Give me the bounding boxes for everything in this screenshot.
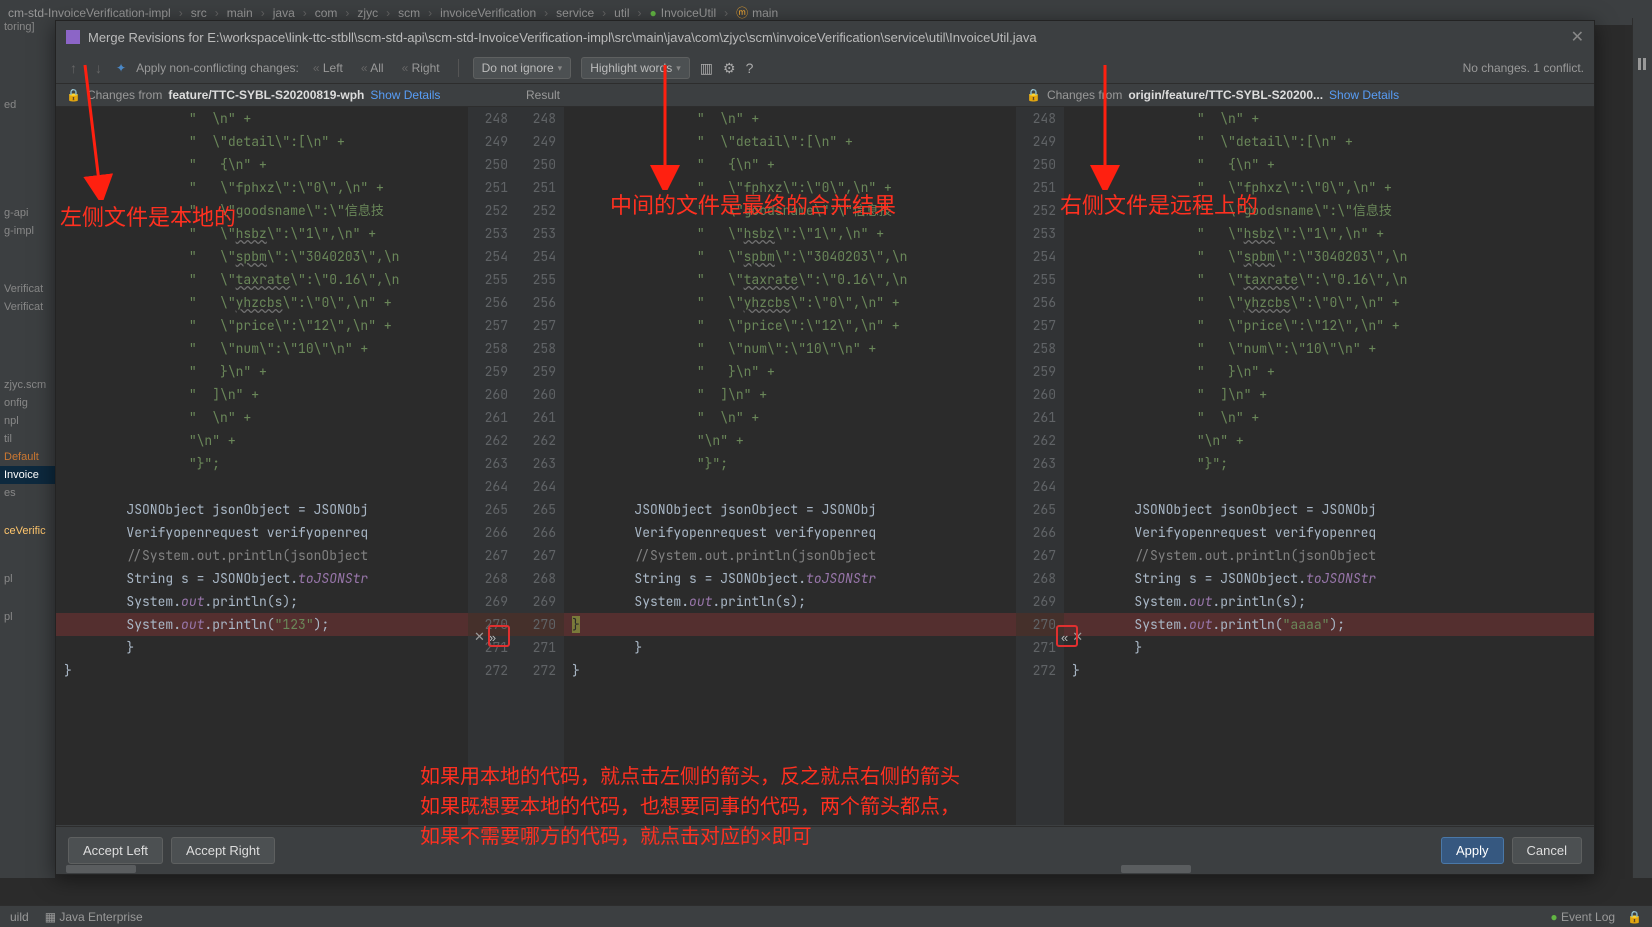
event-log-tab[interactable]: Event Log bbox=[1550, 910, 1615, 924]
next-change-button[interactable]: ↓ bbox=[91, 58, 106, 78]
annotation-box bbox=[1056, 625, 1078, 647]
discard-left-icon[interactable]: ✕ bbox=[474, 629, 485, 645]
java-enterprise-tab[interactable]: ▦ Java Enterprise bbox=[45, 910, 143, 924]
accept-right-button[interactable]: Accept Right bbox=[171, 837, 275, 864]
show-details-right[interactable]: Show Details bbox=[1329, 88, 1399, 102]
sidebar-item[interactable]: pl bbox=[0, 608, 55, 626]
dialog-titlebar: Merge Revisions for E:\workspace\link-tt… bbox=[56, 21, 1594, 53]
lock-icon: 🔒 bbox=[1026, 88, 1041, 102]
sidebar-item[interactable]: ceVerific bbox=[0, 522, 55, 540]
highlight-dropdown[interactable]: Highlight words bbox=[581, 57, 690, 79]
sidebar-item[interactable]: pl bbox=[0, 570, 55, 588]
project-sidebar[interactable]: toring] ed g-api g-impl Verificat Verifi… bbox=[0, 18, 55, 878]
dialog-footer: Accept Left Accept Right Apply Cancel bbox=[56, 826, 1594, 874]
class-icon: ● bbox=[650, 6, 657, 20]
sidebar-item[interactable]: toring] bbox=[0, 18, 55, 36]
dialog-title: Merge Revisions for E:\workspace\link-tt… bbox=[88, 30, 1037, 45]
show-details-left[interactable]: Show Details bbox=[370, 88, 440, 102]
pane-headers: 🔒 Changes from feature/TTC-SYBL-S2020081… bbox=[56, 84, 1594, 107]
apply-all-button[interactable]: All bbox=[357, 59, 388, 77]
apply-button[interactable]: Apply bbox=[1441, 837, 1504, 864]
result-pane[interactable]: " \n" + " \"detail\":[\n" + " {\n" + " \… bbox=[564, 107, 1016, 825]
breadcrumb-item[interactable]: scm bbox=[398, 6, 420, 20]
breadcrumb-item[interactable]: zjyc bbox=[357, 6, 378, 20]
sidebar-item[interactable]: Verificat bbox=[0, 298, 55, 316]
sidebar-item[interactable]: zjyc.scm bbox=[0, 376, 55, 394]
ignore-dropdown[interactable]: Do not ignore bbox=[473, 57, 572, 79]
breadcrumb-item[interactable]: util bbox=[614, 6, 629, 20]
accept-left-button[interactable]: Accept Left bbox=[68, 837, 163, 864]
breadcrumb-item[interactable]: src bbox=[191, 6, 207, 20]
sidebar-item[interactable]: onfig bbox=[0, 394, 55, 412]
sidebar-item[interactable]: Default bbox=[0, 448, 55, 466]
right-branch-name: origin/feature/TTC-SYBL-S20200... bbox=[1128, 88, 1323, 102]
build-tab[interactable]: uild bbox=[10, 910, 29, 924]
sidebar-item[interactable]: g-impl bbox=[0, 222, 55, 240]
sidebar-item[interactable]: til bbox=[0, 430, 55, 448]
diff-view-icon[interactable]: ▥ bbox=[700, 60, 713, 77]
sidebar-item[interactable]: Verificat bbox=[0, 280, 55, 298]
magic-resolve-icon[interactable]: ✦ bbox=[116, 61, 126, 75]
merge-dialog: Merge Revisions for E:\workspace\link-tt… bbox=[55, 20, 1595, 875]
breadcrumb-item[interactable]: InvoiceUtil bbox=[661, 6, 716, 20]
prev-change-button[interactable]: ↑ bbox=[66, 58, 81, 78]
apply-label: Apply non-conflicting changes: bbox=[136, 61, 299, 75]
gear-icon[interactable]: ⚙ bbox=[723, 60, 736, 77]
breadcrumb-item[interactable]: main bbox=[752, 6, 778, 20]
left-header-prefix: Changes from bbox=[87, 88, 162, 102]
sidebar-item[interactable]: g-api bbox=[0, 204, 55, 222]
right-gutter bbox=[1632, 18, 1652, 878]
annotation-box bbox=[488, 625, 510, 647]
right-pane[interactable]: " \n" + " \"detail\":[\n" + " {\n" + " \… bbox=[1064, 107, 1594, 825]
statusbar: uild ▦ Java Enterprise Event Log 🔒 bbox=[0, 905, 1652, 927]
breadcrumb-item[interactable]: com bbox=[315, 6, 338, 20]
cancel-button[interactable]: Cancel bbox=[1512, 837, 1582, 864]
breadcrumb-item[interactable]: java bbox=[273, 6, 295, 20]
sidebar-item-selected[interactable]: Invoice bbox=[0, 466, 55, 484]
mid-gutter-left: 2482492502512522532542552562572582592602… bbox=[516, 107, 564, 825]
sidebar-item[interactable]: ed bbox=[0, 96, 55, 114]
right-header-prefix: Changes from bbox=[1047, 88, 1122, 102]
breadcrumb-item[interactable]: service bbox=[556, 6, 594, 20]
apply-left-button[interactable]: Left bbox=[309, 59, 347, 77]
lock-icon: 🔒 bbox=[66, 88, 81, 102]
apply-right-button[interactable]: Right bbox=[398, 59, 444, 77]
merge-toolbar: ↑ ↓ ✦ Apply non-conflicting changes: Lef… bbox=[56, 53, 1594, 84]
sidebar-item[interactable]: npl bbox=[0, 412, 55, 430]
sidebar-item[interactable]: es bbox=[0, 484, 55, 502]
method-icon: ⓜ bbox=[736, 4, 748, 21]
breadcrumb-item[interactable]: invoiceVerification bbox=[440, 6, 536, 20]
help-icon[interactable]: ? bbox=[746, 60, 754, 76]
result-header: Result bbox=[526, 88, 560, 102]
lock-icon[interactable]: 🔒 bbox=[1627, 910, 1642, 924]
conflict-status: No changes. 1 conflict. bbox=[1463, 61, 1584, 75]
left-gutter: 2482492502512522532542552562572582592602… bbox=[468, 107, 516, 825]
left-branch-name: feature/TTC-SYBL-S20200819-wph bbox=[168, 88, 364, 102]
left-pane[interactable]: " \n" + " \"detail\":[\n" + " {\n" + " \… bbox=[56, 107, 468, 825]
intellij-icon bbox=[66, 30, 80, 44]
right-gutter: 2482492502512522532542552562572582592602… bbox=[1016, 107, 1064, 825]
breadcrumb-item[interactable]: main bbox=[227, 6, 253, 20]
pause-icon[interactable] bbox=[1638, 58, 1648, 70]
close-icon[interactable]: ✕ bbox=[1571, 27, 1584, 47]
merge-body: " \n" + " \"detail\":[\n" + " {\n" + " \… bbox=[56, 107, 1594, 825]
